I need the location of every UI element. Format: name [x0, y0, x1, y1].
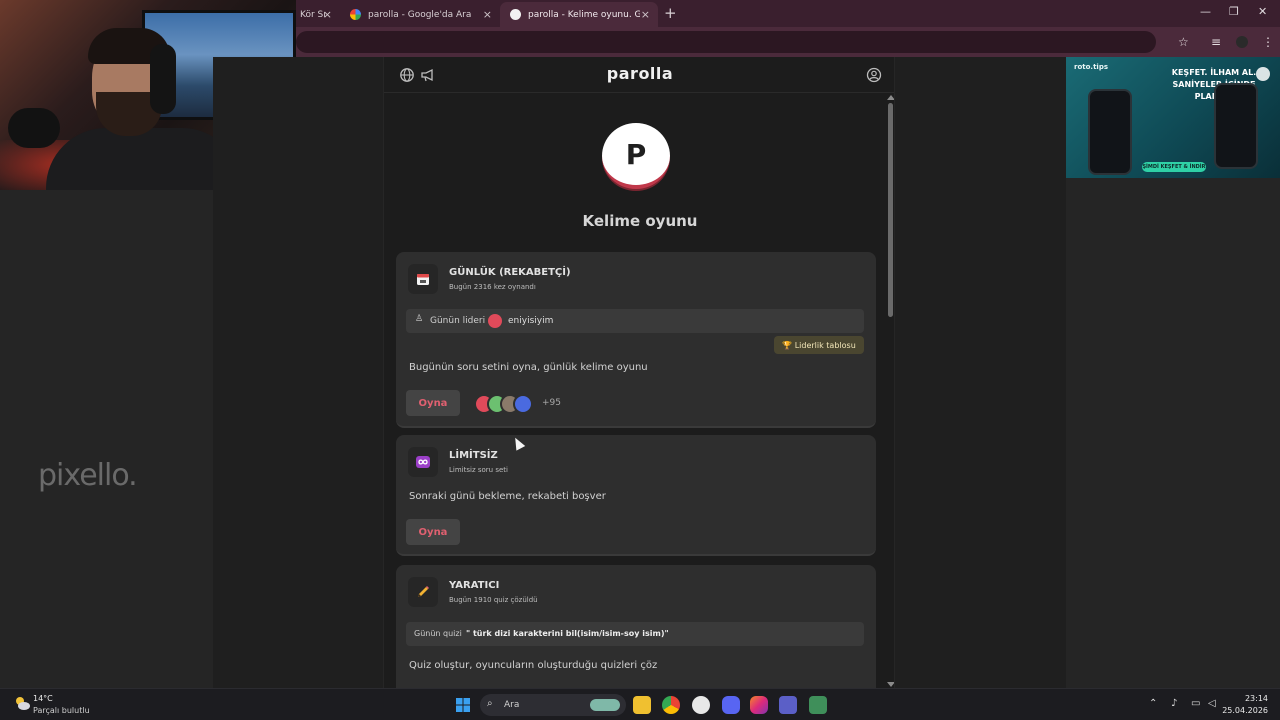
- extra-players-count: +95: [542, 398, 561, 408]
- volume-icon[interactable]: ◁: [1208, 698, 1216, 709]
- creator-card-description: Quiz oluştur, oyuncuların oluşturduğu qu…: [409, 660, 658, 671]
- unlimited-mode-card[interactable]: LİMİTSİZ Limitsiz soru seti Sonraki günü…: [396, 435, 876, 556]
- taskbar-search[interactable]: ⌕ Ara: [480, 694, 626, 716]
- clock-time[interactable]: 23:14: [1232, 694, 1268, 703]
- ad-brand: roto.tips: [1074, 63, 1108, 71]
- parolla-favicon-icon: [510, 9, 521, 20]
- unlimited-card-subtitle: Limitsiz soru seti: [449, 466, 508, 474]
- leader-name[interactable]: eniyisiyim: [508, 316, 553, 326]
- leaderboard-button[interactable]: 🏆 Liderlik tablosu: [774, 336, 864, 354]
- bookmark-star-icon[interactable]: ☆: [1178, 35, 1189, 49]
- daily-leader-row: ♙ Günün lideri eniyisiyim: [406, 309, 864, 333]
- parolla-app: parolla P Kelime oyunu GÜNLÜK (REKABETÇİ…: [383, 57, 895, 688]
- leader-label: Günün lideri: [430, 316, 486, 326]
- profile-avatar[interactable]: [1236, 36, 1248, 48]
- screen: Kör Sı × parolla - Google'da Ara × parol…: [0, 0, 1280, 720]
- tab-2-close-icon[interactable]: ×: [483, 8, 492, 21]
- scroll-down-arrow-icon[interactable]: [887, 682, 894, 687]
- infinity-icon: [408, 447, 438, 477]
- app-icon[interactable]: [692, 696, 710, 714]
- microphone-tray-icon[interactable]: ♪: [1171, 698, 1177, 709]
- ad-banner[interactable]: roto.tips KEŞFET. İLHAM AL. SANİYELER İÇ…: [1066, 57, 1280, 178]
- search-icon: ⌕: [487, 698, 493, 709]
- user-profile-icon[interactable]: [866, 67, 882, 83]
- tab-1[interactable]: Kör Sı ×: [290, 2, 340, 27]
- clock-date[interactable]: 25.04.2026: [1222, 706, 1268, 715]
- creator-mode-card[interactable]: YARATICI Bugün 1910 quiz çözüldü Günün q…: [396, 565, 876, 688]
- tab-2-title: parolla - Google'da Ara: [368, 9, 472, 20]
- daily-card-subtitle: Bugün 2316 kez oynandı: [449, 283, 536, 291]
- parolla-logo: P: [602, 123, 670, 189]
- window-close-icon[interactable]: ✕: [1258, 5, 1267, 18]
- address-bar[interactable]: [296, 31, 1156, 53]
- calculator-icon[interactable]: [809, 696, 827, 714]
- windows-taskbar: 14°C Parçalı bulutlu ⌕ Ara ⌃ ♪ ▭ ◁ 23:14…: [0, 688, 1280, 720]
- weather-temperature: 14°C: [33, 694, 53, 703]
- ad-cta-button[interactable]: ŞİMDİ KEŞFET & İNDİR: [1142, 162, 1206, 172]
- calendar-icon: [408, 264, 438, 294]
- right-gutter: [895, 57, 1066, 688]
- pixello-watermark: pixello.: [38, 458, 138, 493]
- network-icon[interactable]: ▭: [1191, 698, 1200, 709]
- restore-icon[interactable]: ❐: [1229, 5, 1239, 18]
- daily-mode-card[interactable]: GÜNLÜK (REKABETÇİ) Bugün 2316 kez oynand…: [396, 252, 876, 428]
- trophy-outline-icon: ♙: [415, 314, 424, 324]
- search-highlight-image: [590, 699, 620, 711]
- new-tab-button[interactable]: +: [664, 4, 677, 22]
- daily-card-title: GÜNLÜK (REKABETÇİ): [449, 267, 571, 278]
- daily-play-button[interactable]: Oyna: [406, 390, 460, 416]
- tray-chevron-up-icon[interactable]: ⌃: [1149, 698, 1157, 709]
- creator-card-subtitle: Bugün 1910 quiz çözüldü: [449, 596, 538, 604]
- quiz-of-the-day-label: Günün quizi: [414, 629, 462, 638]
- microphone-icon: [8, 108, 60, 148]
- chrome-icon[interactable]: [662, 696, 680, 714]
- app-title[interactable]: parolla: [384, 64, 894, 83]
- google-icon: [350, 9, 361, 20]
- scroll-up-arrow-icon[interactable]: [887, 95, 894, 100]
- weather-partly-cloudy-icon[interactable]: [12, 694, 32, 712]
- teams-icon[interactable]: [779, 696, 797, 714]
- discord-icon[interactable]: [722, 696, 740, 714]
- scrollbar[interactable]: [887, 95, 894, 688]
- tab-3-title: parolla - Kelime oyunu. Günlük: [528, 9, 640, 20]
- taskbar-search-placeholder: Ara: [504, 700, 520, 710]
- quiz-of-the-day-row[interactable]: Günün quizi " türk dizi karakterini bil(…: [406, 622, 864, 646]
- file-explorer-icon[interactable]: [633, 696, 651, 714]
- tab-2[interactable]: parolla - Google'da Ara ×: [340, 2, 500, 27]
- pencil-icon: [408, 577, 438, 607]
- scrollbar-thumb[interactable]: [888, 103, 893, 317]
- daily-card-description: Bugünün soru setini oyna, günlük kelime …: [409, 362, 648, 373]
- left-ad-area: [0, 190, 213, 688]
- app-header: parolla: [384, 57, 894, 93]
- tab-1-close-icon[interactable]: ×: [323, 8, 332, 21]
- ad-phone-image: [1214, 83, 1258, 169]
- page-subtitle: Kelime oyunu: [582, 212, 698, 230]
- weather-condition: Parçalı bulutlu: [33, 706, 90, 715]
- right-ad-area: [1066, 178, 1280, 688]
- left-gutter: [213, 57, 383, 688]
- ad-phone-image: [1088, 89, 1132, 175]
- unlimited-card-title: LİMİTSİZ: [449, 450, 498, 461]
- menu-dots-icon[interactable]: ⋮: [1262, 35, 1274, 49]
- minimize-icon[interactable]: —: [1200, 5, 1211, 18]
- media-control-icon[interactable]: ≡: [1211, 35, 1221, 49]
- unlimited-play-button[interactable]: Oyna: [406, 519, 460, 545]
- windows-start-icon[interactable]: [455, 697, 471, 713]
- instagram-icon[interactable]: [750, 696, 768, 714]
- tab-3-close-icon[interactable]: ×: [641, 8, 650, 21]
- headset-icon: [150, 44, 176, 114]
- tab-3[interactable]: parolla - Kelime oyunu. Günlük ×: [500, 2, 658, 27]
- quiz-of-the-day-text[interactable]: " türk dizi karakterini bil(isim/isim-so…: [466, 629, 669, 638]
- creator-card-title: YARATICI: [449, 580, 500, 591]
- unlimited-card-description: Sonraki günü bekleme, rekabeti boşver: [409, 491, 606, 502]
- leader-avatar[interactable]: [488, 314, 502, 328]
- avatar[interactable]: [513, 394, 533, 414]
- ad-close-icon[interactable]: [1256, 67, 1270, 81]
